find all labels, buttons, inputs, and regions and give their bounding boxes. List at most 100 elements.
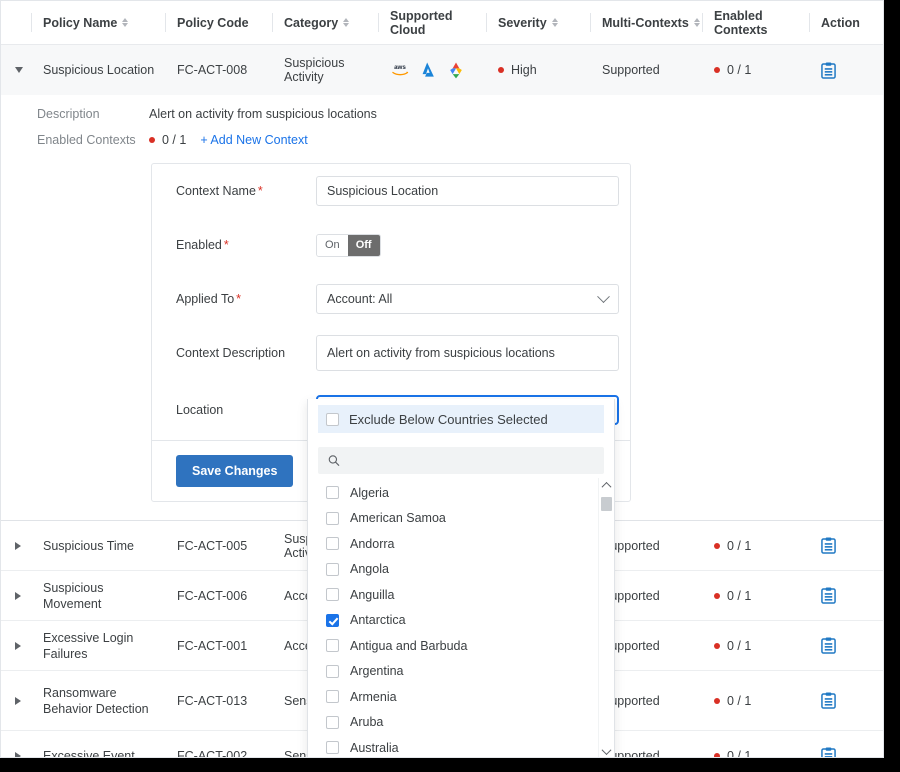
clipboard-icon[interactable] <box>821 692 836 709</box>
cell-action[interactable] <box>809 747 879 758</box>
list-item[interactable]: Armenia <box>308 684 614 710</box>
country-checkbox[interactable] <box>326 715 339 729</box>
country-checkbox[interactable] <box>326 511 339 525</box>
column-header-severity[interactable]: Severity <box>486 10 590 36</box>
add-new-context-link[interactable]: + Add New Context <box>200 133 307 147</box>
clipboard-icon[interactable] <box>821 637 836 654</box>
column-header-category[interactable]: Category <box>272 10 378 36</box>
enabled-toggle[interactable]: On Off <box>316 233 381 257</box>
list-item[interactable]: Algeria <box>308 480 614 506</box>
row-expander[interactable] <box>1 641 31 650</box>
country-label: Australia <box>350 740 399 755</box>
cell-policy-name-text: Excessive Event <box>43 748 135 758</box>
row-expander[interactable] <box>1 751 31 757</box>
country-label: Aruba <box>350 715 384 730</box>
cell-policy-name: Suspicious Movement <box>31 580 165 612</box>
chevron-right-icon[interactable] <box>15 641 21 650</box>
chevron-right-icon[interactable] <box>15 696 21 705</box>
applied-to-label-text: Applied To <box>176 292 235 306</box>
context-description-input[interactable]: Alert on activity from suspicious locati… <box>316 335 619 371</box>
column-header-policy-name[interactable]: Policy Name <box>31 10 165 36</box>
country-label: Antarctica <box>350 613 406 628</box>
context-status-dot-icon <box>714 752 720 757</box>
list-item[interactable]: Anguilla <box>308 582 614 608</box>
country-search-box[interactable] <box>318 447 604 474</box>
cell-policy-code: FC-ACT-013 <box>177 693 248 708</box>
enabled-toggle-off[interactable]: Off <box>347 234 380 256</box>
country-checkbox[interactable] <box>326 664 339 678</box>
country-checkbox[interactable] <box>326 562 339 576</box>
clipboard-icon[interactable] <box>821 747 836 758</box>
column-header-multi-contexts[interactable]: Multi-Contexts <box>590 10 702 36</box>
list-item[interactable]: Aruba <box>308 710 614 736</box>
clipboard-icon[interactable] <box>821 537 836 554</box>
table-row-expanded[interactable]: Suspicious Location FC-ACT-008 Suspiciou… <box>1 45 883 95</box>
list-item[interactable]: Australia <box>308 735 614 757</box>
chevron-right-icon[interactable] <box>15 751 21 757</box>
context-status-dot-icon <box>149 137 155 143</box>
chevron-right-icon[interactable] <box>15 541 21 550</box>
exclude-countries-checkbox[interactable] <box>326 412 339 426</box>
country-list[interactable]: Algeria American Samoa Andorra Angola An… <box>308 480 614 757</box>
list-item[interactable]: Angola <box>308 557 614 583</box>
column-header-supported-cloud[interactable]: Supported Cloud <box>378 9 486 37</box>
sort-icon[interactable] <box>343 18 350 27</box>
svg-text:aws: aws <box>394 64 406 71</box>
clipboard-icon[interactable] <box>821 587 836 604</box>
column-header-category-label: Category <box>284 15 339 30</box>
list-item[interactable]: Argentina <box>308 659 614 685</box>
column-header-policy-code[interactable]: Policy Code <box>165 10 272 36</box>
field-context-name: Context Name * Suspicious Location <box>152 164 630 218</box>
country-checkbox[interactable] <box>326 537 339 551</box>
country-checkbox[interactable] <box>326 486 339 500</box>
enabled-toggle-on[interactable]: On <box>317 234 348 256</box>
cell-action[interactable] <box>809 637 879 654</box>
country-checkbox[interactable] <box>326 639 339 653</box>
required-marker: * <box>236 292 242 306</box>
cell-action[interactable] <box>809 62 879 79</box>
row-expander[interactable] <box>1 67 31 73</box>
severity-dot-icon <box>498 67 504 73</box>
row-expander[interactable] <box>1 541 31 550</box>
cell-action[interactable] <box>809 587 879 604</box>
country-search-input[interactable] <box>347 452 594 469</box>
column-header-enabled-contexts[interactable]: Enabled Contexts <box>702 9 809 37</box>
cell-enabled-contexts: 0 / 1 <box>702 63 809 77</box>
applied-to-select[interactable]: Account: All <box>316 284 619 314</box>
chevron-down-icon[interactable] <box>15 67 23 73</box>
cell-policy-name: Excessive Login Failures <box>31 630 165 662</box>
country-checkbox[interactable] <box>326 613 339 627</box>
row-expander[interactable] <box>1 591 31 600</box>
cell-policy-name: Excessive Event <box>31 748 165 758</box>
scroll-down-icon[interactable] <box>599 744 614 757</box>
country-label: Algeria <box>350 485 389 500</box>
list-item[interactable]: American Samoa <box>308 506 614 532</box>
scroll-up-icon[interactable] <box>599 478 614 493</box>
country-checkbox[interactable] <box>326 741 339 755</box>
location-dropdown-panel: Exclude Below Countries Selected Algeria… <box>307 399 615 757</box>
exclude-countries-option[interactable]: Exclude Below Countries Selected <box>318 405 604 433</box>
context-name-input[interactable]: Suspicious Location <box>316 176 619 206</box>
sort-icon[interactable] <box>551 18 558 27</box>
country-checkbox[interactable] <box>326 588 339 602</box>
clipboard-icon[interactable] <box>821 62 836 79</box>
list-item[interactable]: Andorra <box>308 531 614 557</box>
cell-enabled-contexts: 0 / 1 <box>702 748 809 758</box>
cell-policy-code: FC-ACT-002 <box>177 748 248 758</box>
applied-to-value: Account: All <box>327 292 393 306</box>
search-icon <box>328 455 340 466</box>
cell-action[interactable] <box>809 692 879 709</box>
cell-enabled-contexts-text: 0 / 1 <box>727 748 752 758</box>
save-changes-button[interactable]: Save Changes <box>176 455 294 487</box>
sort-icon[interactable] <box>693 18 700 27</box>
cell-category: Suspicious Activity <box>284 56 345 84</box>
list-item[interactable]: Antarctica <box>308 608 614 634</box>
row-expander[interactable] <box>1 696 31 705</box>
scrollbar-thumb[interactable] <box>601 497 612 511</box>
list-item[interactable]: Antigua and Barbuda <box>308 633 614 659</box>
chevron-right-icon[interactable] <box>15 591 21 600</box>
cell-action[interactable] <box>809 537 879 554</box>
sort-icon[interactable] <box>122 18 129 27</box>
country-checkbox[interactable] <box>326 690 339 704</box>
country-list-scrollbar[interactable] <box>598 478 614 757</box>
